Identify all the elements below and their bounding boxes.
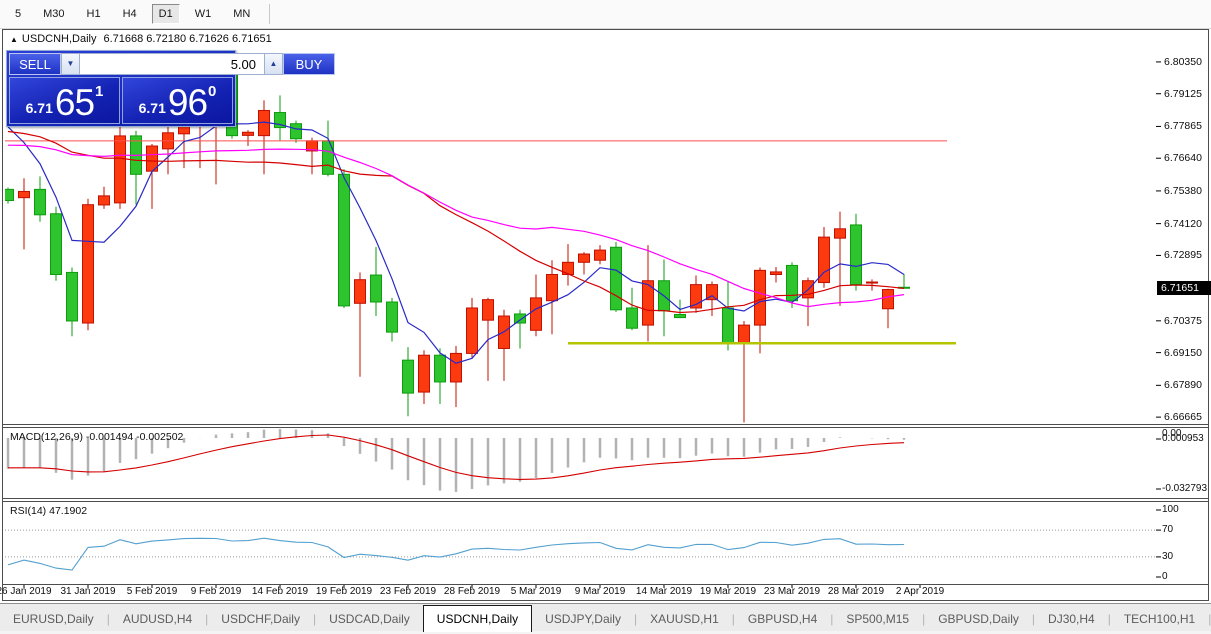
date-axis-line [2, 584, 1209, 585]
volume-input[interactable] [80, 53, 264, 75]
sell-quote-tile[interactable]: 6.71 65 1 [9, 77, 120, 124]
price-axis-tick: 6.72895 [1164, 249, 1202, 262]
chart-tab-usdchf-daily[interactable]: USDCHF,Daily [208, 607, 313, 632]
date-axis-label: 19 Feb 2019 [315, 586, 373, 597]
chart-tab-xauusd-h1[interactable]: XAUUSD,H1 [637, 607, 732, 632]
indicator-axis-tick: 70 [1162, 524, 1174, 536]
date-axis-label: 28 Feb 2019 [443, 586, 501, 597]
date-axis: 26 Jan 2019 31 Jan 2019 5 Feb 2019 9 Feb 20… [0, 586, 1156, 600]
price-axis-tick: 6.70375 [1164, 314, 1202, 327]
timeframe-toolbar: 5 M30 H1 H4 D1 W1 MN [0, 0, 1211, 29]
sell-price-big: 65 [54, 81, 95, 123]
date-axis-label: 2 Apr 2019 [895, 586, 945, 597]
indicator-axis-tick: 0 [1162, 571, 1168, 582]
macd-values: -0.001494 -0.002502 [85, 431, 184, 443]
indicator-axis-tick: 0.000953 [1162, 433, 1204, 444]
date-axis-label: 14 Mar 2019 [635, 586, 693, 597]
timeframe-button-h1[interactable]: H1 [80, 4, 108, 24]
indicator-axis-tick: -0.032793 [1162, 483, 1208, 494]
chart-tab-usdjpy-daily[interactable]: USDJPY,Daily [532, 607, 634, 632]
price-axis-tick: 6.77865 [1164, 120, 1202, 133]
toolbar-separator [269, 4, 271, 24]
date-axis-label: 5 Feb 2019 [126, 586, 178, 597]
price-axis-tick: 6.67890 [1164, 379, 1202, 392]
chart-tab-gbpusd-daily[interactable]: GBPUSD,Daily [925, 607, 1032, 632]
price-axis-tick: 6.80350 [1164, 55, 1202, 68]
chart-tab-sp500-m15[interactable]: SP500,M15 [833, 607, 922, 632]
macd-splitter[interactable] [2, 424, 1209, 425]
timeframe-button-h4[interactable]: H4 [116, 4, 144, 24]
price-axis-tick: 6.75380 [1164, 184, 1202, 197]
timeframe-button-mn[interactable]: MN [226, 4, 257, 24]
chart-ohlc-values: 6.71668 6.72180 6.71626 6.71651 [103, 33, 272, 45]
date-axis-label: 19 Mar 2019 [699, 586, 757, 597]
chart-tab-usdcnh-daily[interactable]: USDCNH,Daily [422, 605, 533, 632]
buy-button[interactable]: BUY [283, 53, 335, 75]
price-axis-tick: 6.79125 [1164, 87, 1202, 100]
buy-quote-tile[interactable]: 6.71 96 0 [122, 77, 233, 124]
buy-price-prefix: 6.71 [138, 100, 166, 116]
timeframe-button-5[interactable]: 5 [8, 4, 28, 24]
date-axis-label: 31 Jan 2019 [60, 586, 116, 597]
chart-frame-right [1208, 29, 1209, 601]
chart-tab-gbpusd-h4[interactable]: GBPUSD,H4 [735, 607, 830, 632]
rsi-value: 47.1902 [49, 505, 88, 517]
buy-price-big: 96 [167, 81, 208, 123]
collapse-triangle-icon[interactable]: ▲ [10, 35, 18, 44]
chart-tab-eurusd-daily[interactable]: EURUSD,Daily [0, 607, 107, 632]
chart-tab-audusd-h4[interactable]: AUDUSD,H4 [110, 607, 205, 632]
price-axis-tick: 6.69150 [1164, 346, 1202, 359]
sell-button[interactable]: SELL [9, 53, 61, 75]
one-click-trading-widget: SELL ▼ ▲ BUY 6.71651 6.71960 [6, 50, 335, 127]
volume-increase-button[interactable]: ▲ [264, 53, 283, 75]
price-axis-tick: 6.66665 [1164, 411, 1202, 424]
timeframe-button-d1[interactable]: D1 [151, 4, 180, 24]
rsi-splitter[interactable] [2, 498, 1209, 499]
chart-frame-bottom [2, 600, 1209, 601]
chart-frame-left [2, 29, 3, 601]
macd-label: MACD(12,26,9) -0.001494 -0.002502 [10, 431, 184, 443]
indicator-axis-tick: 100 [1162, 504, 1179, 515]
chart-tab-usdcad-daily[interactable]: USDCAD,Daily [316, 607, 423, 632]
price-axis-tick: 6.76640 [1164, 152, 1202, 165]
rsi-splitter-b [2, 501, 1209, 502]
date-axis-label: 5 Mar 2019 [510, 586, 562, 597]
indicator-axis-tick: 30 [1162, 550, 1174, 562]
date-axis-label: 28 Mar 2019 [827, 586, 885, 597]
chart-title: ▲ USDCNH,Daily 6.71668 6.72180 6.71626 6.7… [10, 33, 272, 45]
volume-decrease-button[interactable]: ▼ [61, 53, 80, 75]
date-axis-label: 14 Feb 2019 [251, 586, 309, 597]
sell-price-prefix: 6.71 [25, 100, 53, 116]
macd-splitter-b [2, 427, 1209, 428]
chart-tab-tech100-h1[interactable]: TECH100,H1 [1111, 607, 1208, 632]
date-axis-label: 26 Jan 2019 [0, 586, 52, 597]
sell-price-sup: 1 [95, 83, 104, 100]
date-axis-label: 23 Mar 2019 [763, 586, 821, 597]
date-axis-label: 23 Feb 2019 [379, 586, 437, 597]
date-axis-label: 9 Feb 2019 [190, 586, 242, 597]
date-axis-label: 9 Mar 2019 [574, 586, 626, 597]
rsi-label: RSI(14) 47.1902 [10, 505, 88, 517]
timeframe-button-w1[interactable]: W1 [188, 4, 219, 24]
timeframe-button-m30[interactable]: M30 [36, 4, 71, 24]
chart-tab-dj30-h4[interactable]: DJ30,H4 [1035, 607, 1108, 632]
buy-price-sup: 0 [208, 83, 217, 100]
current-price-tag: 6.71651 [1157, 280, 1211, 295]
chart-tab-bar: EURUSD,Daily | AUDUSD,H4 | USDCHF,Daily | USDC… [0, 603, 1211, 632]
mt4-terminal: 5 M30 H1 H4 D1 W1 MN ▲ USDCNH,Daily 6.71668 6.72… [0, 0, 1211, 634]
chart-symbol-label: USDCNH,Daily [21, 33, 97, 45]
price-axis-tick: 6.74120 [1164, 217, 1202, 230]
